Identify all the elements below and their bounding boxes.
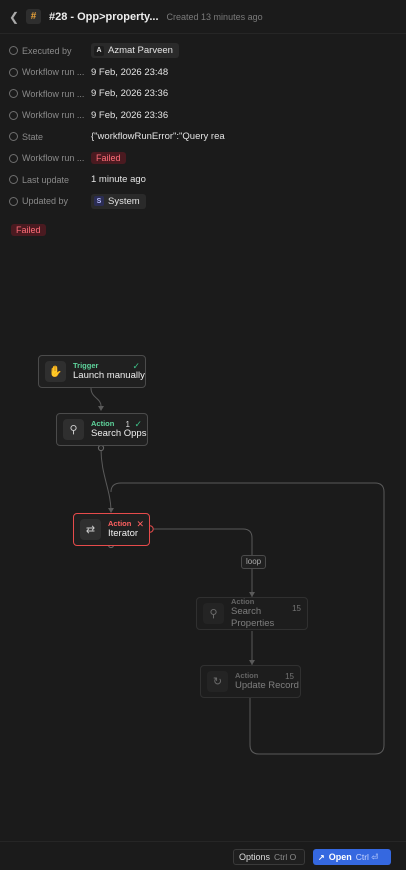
status-icon bbox=[9, 153, 18, 163]
field-value: Failed bbox=[91, 152, 126, 165]
field-last-update: Last update 1 minute ago bbox=[9, 169, 399, 191]
user-chip[interactable]: A Azmat Parveen bbox=[91, 43, 179, 59]
header: ❮ # #28 - Opp>property... Created 13 min… bbox=[0, 0, 406, 34]
footer: Options Ctrl O ↗ Open Ctrl ⏎ bbox=[0, 841, 406, 870]
open-button[interactable]: ↗ Open Ctrl ⏎ bbox=[313, 849, 391, 865]
node-action-update-record[interactable]: ↻ Action Update Record 15 bbox=[200, 665, 301, 698]
field-value: 9 Feb, 2026 23:36 bbox=[91, 109, 169, 121]
field-workflow-run-3: Workflow run ... 9 Feb, 2026 23:36 bbox=[9, 105, 399, 127]
page-title: #28 - Opp>property... bbox=[49, 10, 159, 23]
run-count: 15 bbox=[285, 672, 294, 681]
calendar-icon bbox=[9, 175, 18, 185]
node-action-search-properties[interactable]: ⚲ Action Search Properties 15 bbox=[196, 597, 308, 630]
field-workflow-run-1: Workflow run ... 9 Feb, 2026 23:48 bbox=[9, 62, 399, 84]
options-shortcut: Ctrl O bbox=[274, 852, 297, 862]
field-label: Updated by bbox=[22, 196, 69, 207]
repeat-icon: ⇄ bbox=[80, 519, 101, 540]
chevron-left-icon[interactable]: ❮ bbox=[9, 11, 19, 23]
field-label: Last update bbox=[22, 174, 70, 185]
field-label: Workflow run ... bbox=[22, 153, 85, 164]
node-trigger-launch-manually[interactable]: ✋ Trigger Launch manually ✓ bbox=[38, 355, 146, 388]
field-label: Workflow run ... bbox=[22, 88, 85, 99]
node-action-iterator[interactable]: ⇄ Action Iterator ✕ bbox=[73, 513, 150, 546]
user-name: System bbox=[108, 195, 140, 207]
run-icon: # bbox=[26, 9, 41, 24]
field-value[interactable]: {"workflowRunError":"Query rea bbox=[91, 131, 225, 142]
run-count: 1 bbox=[125, 420, 130, 429]
node-action-search-opps[interactable]: ⚲ Action Search Opps 1 ✓ bbox=[56, 413, 148, 446]
history-icon bbox=[9, 67, 18, 77]
field-label: State bbox=[22, 131, 44, 142]
field-updated-by: Updated by S System bbox=[9, 191, 399, 213]
user-circle-icon bbox=[9, 46, 18, 56]
run-count: 15 bbox=[292, 604, 301, 613]
search-icon: ⚲ bbox=[203, 603, 224, 624]
error-icon: ✕ bbox=[136, 519, 144, 529]
created-time: Created 13 minutes ago bbox=[166, 11, 263, 22]
avatar: S bbox=[94, 196, 104, 207]
options-button[interactable]: Options Ctrl O bbox=[233, 849, 305, 865]
check-icon: ✓ bbox=[132, 361, 140, 371]
hand-icon: ✋ bbox=[45, 361, 66, 382]
field-workflow-run-status: Workflow run ... Failed bbox=[9, 148, 399, 170]
run-details: Executed by A Azmat Parveen Workflow run… bbox=[9, 40, 399, 212]
node-kind: Action bbox=[108, 519, 132, 528]
field-workflow-run-2: Workflow run ... 9 Feb, 2026 23:36 bbox=[9, 83, 399, 105]
loop-label: loop bbox=[241, 555, 267, 569]
avatar: A bbox=[94, 45, 104, 56]
run-status-badge: Failed bbox=[11, 224, 46, 236]
field-value[interactable]: S System bbox=[91, 193, 146, 209]
field-value[interactable]: A Azmat Parveen bbox=[91, 43, 179, 59]
user-chip[interactable]: S System bbox=[91, 193, 146, 209]
node-name: Iterator bbox=[108, 528, 139, 539]
field-value: 9 Feb, 2026 23:48 bbox=[91, 66, 169, 78]
field-value: 1 minute ago bbox=[91, 174, 146, 186]
user-name: Azmat Parveen bbox=[108, 45, 173, 57]
options-label: Options bbox=[239, 852, 271, 862]
branch-icon bbox=[9, 132, 18, 142]
field-label: Workflow run ... bbox=[22, 110, 85, 121]
field-state: State {"workflowRunError":"Query rea bbox=[9, 126, 399, 148]
user-circle-icon bbox=[9, 196, 18, 206]
refresh-icon: ↻ bbox=[207, 671, 228, 692]
field-label: Workflow run ... bbox=[22, 67, 85, 78]
field-executed-by: Executed by A Azmat Parveen bbox=[9, 40, 399, 62]
search-icon: ⚲ bbox=[63, 419, 84, 440]
field-label: Executed by bbox=[22, 45, 72, 56]
history-icon bbox=[9, 110, 18, 120]
check-icon: ✓ bbox=[134, 419, 142, 429]
status-badge: Failed bbox=[91, 152, 126, 165]
node-name: Update Record bbox=[235, 680, 299, 691]
open-shortcut: Ctrl ⏎ bbox=[355, 851, 379, 862]
history-icon bbox=[9, 89, 18, 99]
open-external-icon: ↗ bbox=[318, 852, 325, 862]
open-label: Open bbox=[328, 852, 352, 862]
field-value: 9 Feb, 2026 23:36 bbox=[91, 88, 169, 100]
